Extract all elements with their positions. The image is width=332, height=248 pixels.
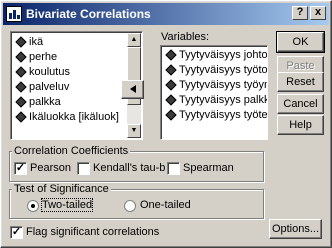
one-tailed-label[interactable]: One-tailed (140, 199, 191, 211)
scale-variable-icon (15, 96, 26, 107)
list-item-label: palkka (29, 96, 61, 108)
list-item-label: Tyytyväisyys palkkaan (179, 94, 267, 106)
move-variable-button[interactable] (121, 80, 144, 99)
kendall-checkbox[interactable] (77, 162, 90, 175)
scale-variable-icon (165, 79, 176, 90)
reset-button[interactable]: Reset (277, 72, 324, 92)
spss-app-icon (6, 6, 22, 22)
list-item[interactable]: Tyytyväisyys työtovereil (165, 63, 268, 77)
list-item-label: palveluv (29, 81, 70, 93)
scale-variable-icon (15, 36, 26, 47)
variables-label: Variables: (161, 31, 210, 43)
list-item[interactable]: Tyytyväisyys työtehtävii (165, 108, 268, 122)
list-item-label: perhe (29, 51, 58, 63)
list-item-label: Tyytyväisyys johtoon [jo (179, 49, 268, 61)
scale-variable-icon (165, 64, 176, 75)
list-item[interactable]: palkka (15, 95, 61, 109)
scale-variable-icon (15, 66, 26, 77)
list-item-label: Tyytyväisyys työympäris (179, 79, 267, 91)
ok-button[interactable]: OK (276, 31, 325, 53)
help-button[interactable]: Help (277, 115, 324, 135)
flag-significant-label[interactable]: Flag significant correlations (26, 226, 159, 238)
dialog-window: Bivariate Correlations ? x ikä perhe kou… (0, 0, 332, 248)
list-item[interactable]: perhe (15, 50, 57, 64)
flag-significant-checkbox[interactable]: ✓ (10, 226, 23, 239)
scale-variable-icon (165, 109, 176, 120)
list-item[interactable]: Tyytyväisyys työympäris (165, 78, 267, 92)
window-title: Bivariate Correlations (26, 7, 151, 21)
pearson-label[interactable]: Pearson (30, 162, 71, 174)
list-item[interactable]: palveluv (15, 80, 69, 94)
list-item-label: Tyytyväisyys työtehtävii (179, 109, 268, 121)
spearman-checkbox[interactable] (167, 162, 180, 175)
scroll-up-arrow-icon[interactable]: ▲ (127, 33, 141, 47)
list-item-label: Ikäluokka [ikäluok] (29, 111, 119, 123)
pearson-checkbox[interactable]: ✓ (14, 162, 27, 175)
list-item[interactable]: Ikäluokka [ikäluok] (15, 110, 119, 124)
two-tailed-label[interactable]: Two-tailed (40, 198, 94, 212)
list-item[interactable]: koulutus (15, 65, 70, 79)
test-of-significance-label: Test of Significance (12, 183, 111, 195)
scroll-down-arrow-icon[interactable]: ▼ (127, 124, 141, 138)
scale-variable-icon (15, 81, 26, 92)
list-item[interactable]: Tyytyväisyys johtoon [jo (165, 48, 268, 62)
two-tailed-radio[interactable] (27, 200, 39, 212)
cancel-button[interactable]: Cancel (277, 94, 324, 114)
list-item-label: Tyytyväisyys työtovereil (179, 64, 268, 76)
close-button[interactable]: x (310, 6, 326, 20)
scale-variable-icon (165, 49, 176, 60)
left-arrow-icon (129, 85, 136, 94)
kendall-label[interactable]: Kendall's tau-b (93, 162, 165, 174)
one-tailed-radio[interactable] (124, 200, 136, 212)
scale-variable-icon (165, 94, 176, 105)
title-bar: Bivariate Correlations ? x (3, 3, 329, 25)
correlation-coefficients-label: Correlation Coefficients (12, 145, 131, 157)
help-title-button[interactable]: ? (292, 6, 308, 20)
scale-variable-icon (15, 111, 26, 122)
list-item-label: ikä (29, 36, 44, 48)
list-item-label: koulutus (29, 66, 70, 78)
list-item[interactable]: Tyytyväisyys palkkaan (165, 93, 267, 107)
scale-variable-icon (15, 51, 26, 62)
variables-list[interactable]: Tyytyväisyys johtoon [jo Tyytyväisyys ty… (160, 45, 268, 140)
spearman-label[interactable]: Spearman (183, 162, 234, 174)
list-item[interactable]: ikä (15, 35, 43, 49)
options-button[interactable]: Options... (269, 219, 322, 239)
